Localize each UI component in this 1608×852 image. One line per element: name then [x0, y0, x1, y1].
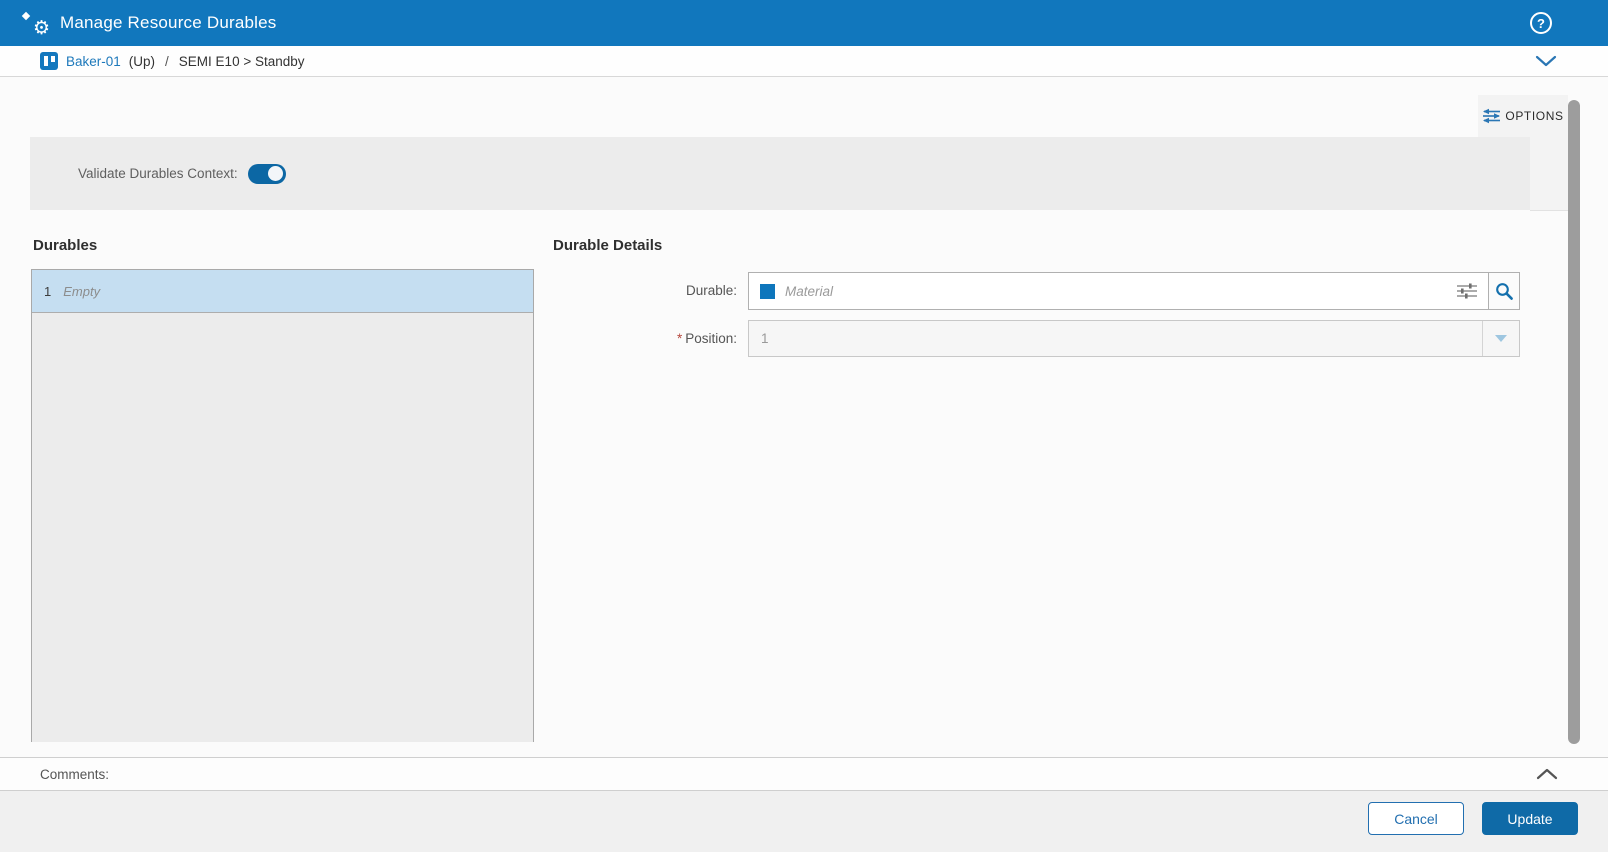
durable-input[interactable] — [749, 273, 1488, 309]
help-icon[interactable]: ? — [1530, 12, 1552, 34]
durable-details-heading: Durable Details — [553, 237, 663, 254]
gear-icon: ⚙ — [32, 17, 50, 39]
comments-label: Comments: — [40, 766, 110, 782]
durable-field-label: Durable: — [685, 283, 737, 298]
sparkle-icon — [21, 11, 31, 21]
cancel-button[interactable]: Cancel — [1368, 802, 1464, 835]
search-button[interactable] — [1488, 273, 1519, 309]
validate-durables-toggle[interactable] — [247, 163, 286, 184]
update-button[interactable]: Update — [1482, 802, 1578, 835]
options-tab[interactable]: OPTIONS — [1478, 95, 1568, 137]
vertical-scrollbar-thumb[interactable] — [1568, 100, 1580, 744]
wizard-gear-icon: ⚙ — [21, 10, 50, 39]
options-tab-label: OPTIONS — [1505, 109, 1564, 123]
validate-durables-label: Validate Durables Context: — [78, 166, 238, 181]
durable-text-input[interactable] — [785, 283, 1446, 299]
breadcrumb-resource-link[interactable]: Baker-01 — [66, 54, 121, 69]
position-dropdown-button[interactable] — [1482, 321, 1519, 356]
breadcrumb-separator: / — [165, 53, 169, 69]
position-value: 1 — [761, 331, 769, 346]
position-label-text: Position: — [685, 331, 737, 346]
triangle-down-icon — [1495, 335, 1507, 342]
required-marker: * — [676, 331, 683, 346]
chevron-up-icon[interactable] — [1536, 767, 1558, 780]
magnifier-icon — [1495, 282, 1513, 300]
filter-sliders-icon[interactable] — [1456, 283, 1478, 299]
page-title: Manage Resource Durables — [60, 13, 277, 32]
resource-entity-icon — [40, 52, 58, 70]
action-footer: Cancel Update — [0, 791, 1608, 852]
title-bar: ⚙ Manage Resource Durables ? — [0, 0, 1608, 46]
chevron-down-icon[interactable] — [1535, 55, 1557, 68]
toggle-knob — [267, 166, 283, 181]
manage-resource-durables-page: ⚙ Manage Resource Durables ? Baker-01 (U… — [0, 0, 1608, 852]
position-field-label: * Position: — [540, 320, 737, 357]
context-strip: Validate Durables Context: — [30, 137, 1530, 210]
comments-bar: Comments: — [0, 757, 1608, 791]
durable-row-content: Empty — [63, 283, 101, 299]
durable-list-item[interactable]: 1 Empty — [32, 270, 533, 313]
sliders-icon — [1483, 108, 1501, 124]
position-select[interactable]: 1 — [748, 320, 1520, 357]
durables-heading: Durables — [33, 237, 98, 254]
breadcrumb: Baker-01 (Up) / SEMI E10 > Standby — [0, 46, 1608, 77]
durable-input-group — [748, 272, 1520, 310]
breadcrumb-up-label[interactable]: (Up) — [129, 54, 155, 69]
durable-row-position: 1 — [44, 283, 52, 299]
durables-list: 1 Empty — [31, 269, 534, 742]
material-type-icon — [760, 283, 775, 299]
breadcrumb-state-path: SEMI E10 > Standby — [178, 53, 305, 69]
